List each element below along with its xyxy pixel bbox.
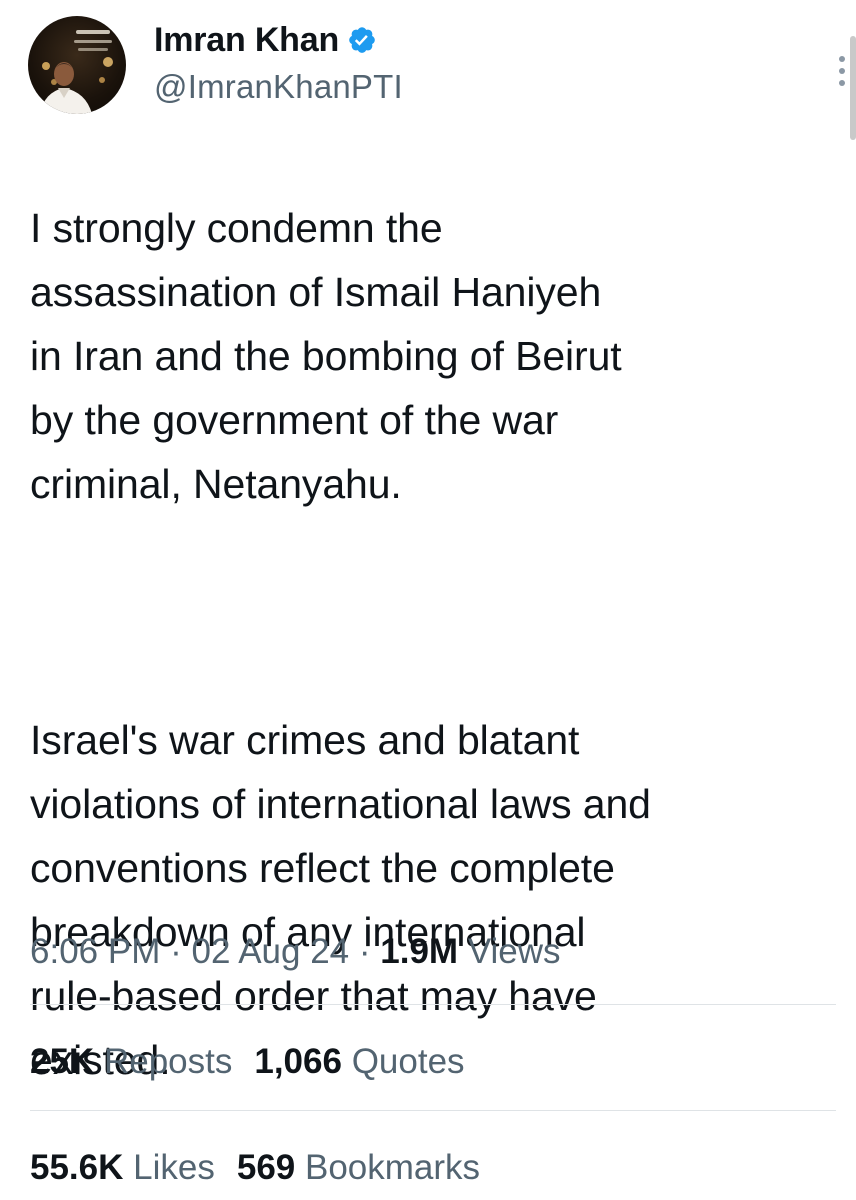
views-label: Views <box>467 932 561 971</box>
likes-count: 55.6K <box>30 1148 124 1187</box>
quotes-stat[interactable]: 1,066 Quotes <box>254 1042 464 1081</box>
quotes-label: Quotes <box>351 1042 465 1081</box>
author-handle[interactable]: @ImranKhanPTI <box>154 68 403 106</box>
bookmarks-label: Bookmarks <box>305 1148 481 1187</box>
reposts-label: Reposts <box>103 1042 233 1081</box>
tweet-time[interactable]: 6:06 PM <box>30 932 160 971</box>
author-display-name[interactable]: Imran Khan <box>154 21 339 60</box>
display-name-row: Imran Khan <box>154 18 403 62</box>
tweet-card: Imran Khan @ImranKhanPTI I strongly cond… <box>0 0 856 1200</box>
author-block: Imran Khan @ImranKhanPTI <box>154 18 403 106</box>
verified-badge-icon <box>347 25 377 55</box>
stats-row-reposts-quotes: 25K Reposts 1,066 Quotes <box>30 1034 465 1090</box>
bookmarks-count: 569 <box>236 1148 296 1187</box>
stats-row-likes-bookmarks: 55.6K Likes 569 Bookmarks <box>30 1140 480 1196</box>
divider <box>30 1004 836 1005</box>
reposts-stat[interactable]: 25K Reposts <box>30 1042 232 1081</box>
scrollbar[interactable] <box>850 36 856 140</box>
avatar-image <box>40 30 113 114</box>
quotes-count: 1,066 <box>254 1042 342 1081</box>
views-count[interactable]: 1.9M <box>380 932 458 971</box>
tweet-meta: 6:06 PM · 02 Aug 24 · 1.9M Views <box>30 922 561 982</box>
meta-separator: · <box>358 932 371 971</box>
reposts-count: 25K <box>30 1042 95 1081</box>
tweet-text: I strongly condemn the assassination of … <box>30 132 830 1156</box>
divider <box>30 1110 836 1111</box>
tweet-header: Imran Khan @ImranKhanPTI <box>28 16 845 116</box>
avatar[interactable] <box>28 16 126 114</box>
meta-separator: · <box>170 932 182 971</box>
tweet-paragraph-1: I strongly condemn the assassination of … <box>30 205 622 507</box>
likes-label: Likes <box>133 1148 215 1187</box>
bookmarks-stat[interactable]: 569 Bookmarks <box>237 1148 480 1187</box>
more-options-icon[interactable] <box>834 54 850 88</box>
likes-stat[interactable]: 55.6K Likes <box>30 1148 215 1187</box>
tweet-date[interactable]: 02 Aug 24 <box>191 932 349 971</box>
